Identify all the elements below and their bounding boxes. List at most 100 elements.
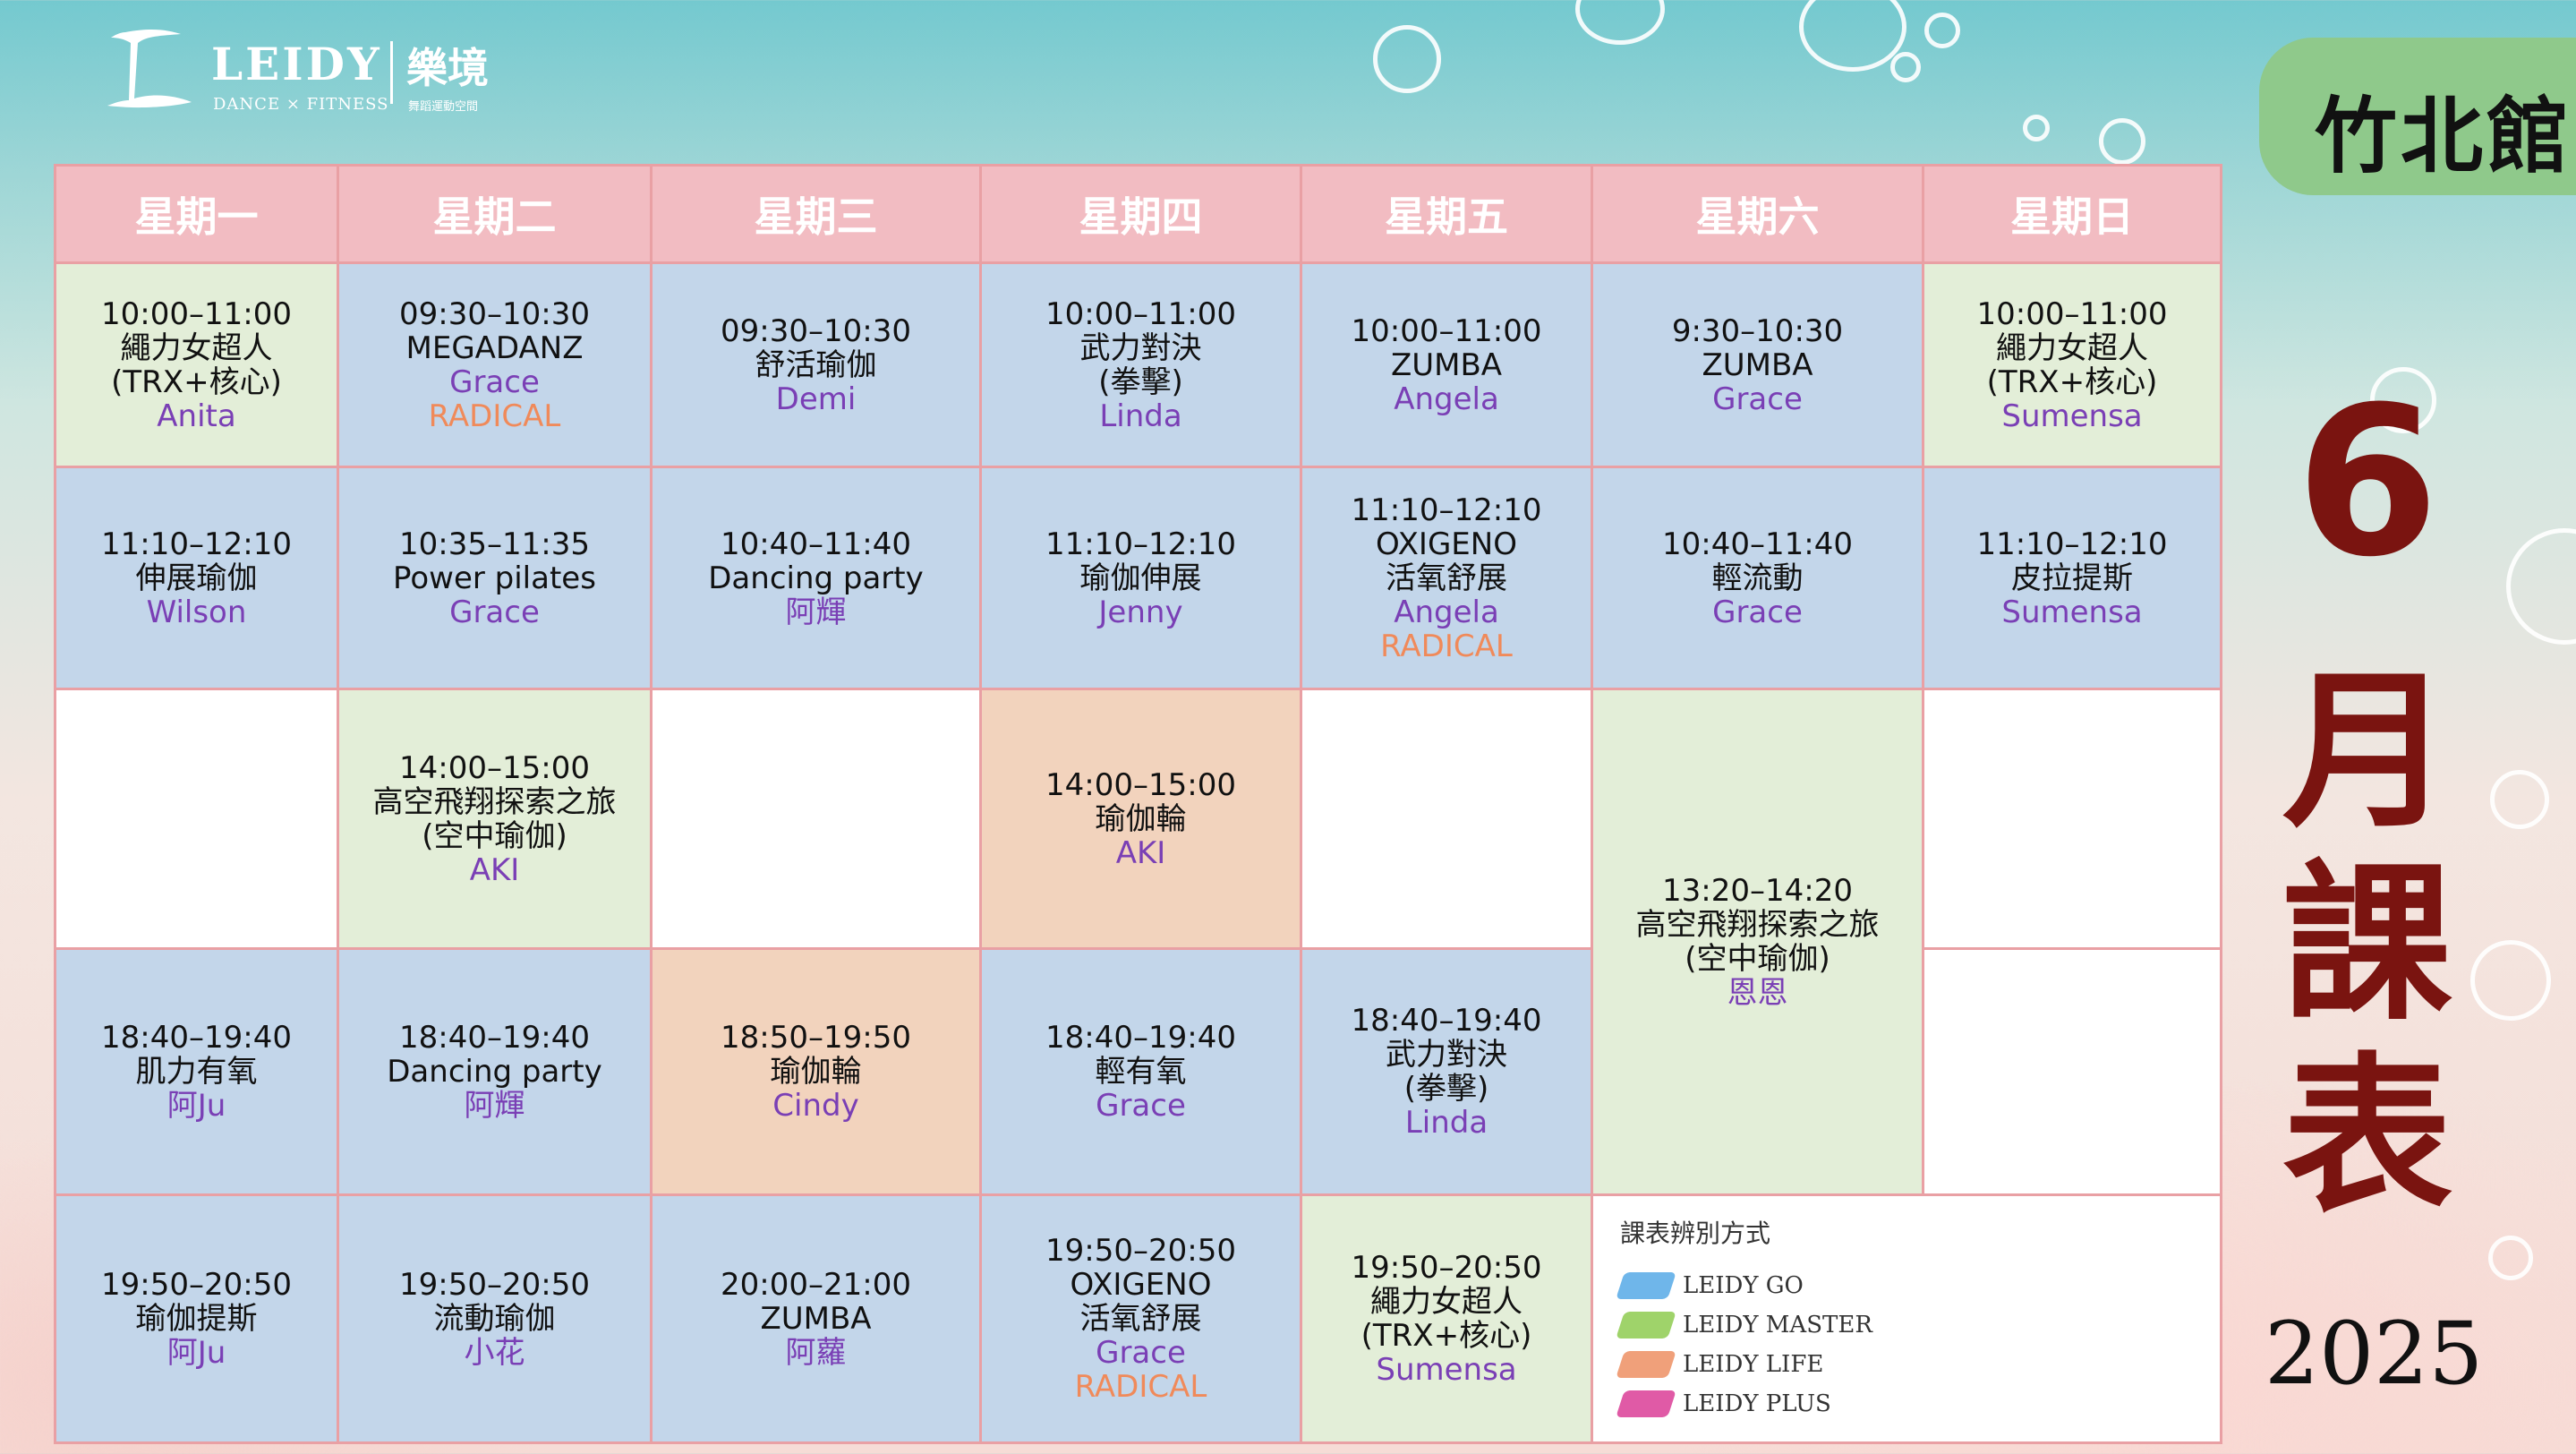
class-name: OXIGENO xyxy=(1376,526,1517,562)
schedule-row: 10:00–11:00 繩力女超人 (TRX+核心) Anita 09:30–10:30… xyxy=(54,261,2222,468)
class-info: 19:50–20:50 瑜伽提斯 阿Ju xyxy=(62,1268,331,1370)
branch-badge: 竹北館 xyxy=(2259,38,2576,195)
class-instructor: Jenny xyxy=(1098,594,1183,630)
class-info: 9:30–10:30 ZUMBA Grace xyxy=(1599,314,1916,416)
class-info: 18:50–19:50 瑜伽輪 Cindy xyxy=(658,1021,974,1123)
class-cell: 19:50–20:50 流動瑜伽 小花 xyxy=(337,1193,653,1444)
class-name: 活氧舒展 xyxy=(1386,560,1507,596)
class-time: 18:40–19:40 xyxy=(101,1020,292,1056)
bubble-decoration xyxy=(1575,0,1665,45)
brand-name: LEIDY xyxy=(211,38,382,90)
brand-tagline-chinese: 舞蹈運動空間 xyxy=(408,100,479,114)
class-time: 19:50–20:50 xyxy=(101,1267,292,1303)
class-instructor: Wilson xyxy=(146,594,247,630)
class-instructor: Grace xyxy=(449,364,540,400)
class-time: 09:30–10:30 xyxy=(399,295,590,332)
brand-name-chinese: 樂境 xyxy=(406,44,489,92)
empty-slot xyxy=(650,688,982,950)
class-name: 伸展瑜伽 xyxy=(135,560,258,596)
class-info: 18:40–19:40 輕有氧 Grace xyxy=(987,1021,1294,1123)
empty-slot xyxy=(1922,947,2222,1196)
schedule-table: 星期一 星期二 星期三 星期四 星期五 星期六 星期日 10:00–11:00 繩… xyxy=(54,164,2222,1444)
bubble-decoration xyxy=(2490,770,2549,829)
class-cell: 10:00–11:00 武力對決 (拳擊) Linda xyxy=(979,261,1302,468)
class-instructor: Grace xyxy=(449,594,540,630)
brand-divider xyxy=(390,41,393,104)
class-instructor: Grace xyxy=(1096,1335,1186,1371)
class-info: 14:00–15:00 高空飛翔探索之旅 (空中瑜伽) AKI xyxy=(345,751,644,887)
legend-swatch-icon xyxy=(1616,1312,1676,1339)
class-time: 11:10–12:10 xyxy=(1045,526,1236,562)
class-cell: 13:20–14:20 高空飛翔探索之旅 (空中瑜伽) 恩恩 xyxy=(1591,688,1924,1196)
bubble-decoration xyxy=(2506,528,2576,645)
class-cell: 18:40–19:40 肌力有氧 阿Ju xyxy=(54,947,339,1196)
schedule-row: 14:00–15:00 高空飛翔探索之旅 (空中瑜伽) AKI 14:00–15:00 瑜… xyxy=(54,688,2222,1196)
class-info: 11:10–12:10 皮拉提斯 Sumensa xyxy=(1930,527,2214,629)
class-time: 20:00–21:00 xyxy=(721,1267,911,1303)
class-instructor: Linda xyxy=(1099,398,1182,434)
class-info: 11:10–12:10 OXIGENO 活氧舒展 Angela RADICAL xyxy=(1308,493,1585,663)
class-name: ZUMBA xyxy=(1702,346,1813,383)
class-cell: 10:00–11:00 繩力女超人 (TRX+核心) Sumensa xyxy=(1922,261,2222,468)
legend-swatch-icon xyxy=(1616,1390,1676,1417)
class-info: 13:20–14:20 高空飛翔探索之旅 (空中瑜伽) 恩恩 xyxy=(1599,874,1916,1010)
empty-slot xyxy=(1300,688,1593,950)
class-name: 武力對決 xyxy=(1386,1037,1507,1073)
class-cell: 20:00–21:00 ZUMBA 阿蘿 xyxy=(650,1193,982,1444)
class-info: 11:10–12:10 伸展瑜伽 Wilson xyxy=(62,527,331,629)
class-name: 肌力有氧 xyxy=(135,1054,258,1090)
class-info: 10:35–11:35 Power pilates Grace xyxy=(345,527,644,629)
class-cell: 19:50–20:50 瑜伽提斯 阿Ju xyxy=(54,1193,339,1444)
class-instructor: Linda xyxy=(1404,1105,1488,1141)
class-name: (拳擊) xyxy=(1098,364,1183,400)
class-name: 繩力女超人 xyxy=(120,329,273,366)
day-header: 星期三 xyxy=(650,164,982,264)
class-name: 瑜伽輪 xyxy=(1095,800,1187,837)
class-time: 11:10–12:10 xyxy=(1351,492,1542,528)
class-time: 10:40–11:40 xyxy=(1662,526,1853,562)
class-time: 10:40–11:40 xyxy=(721,526,911,562)
class-info: 10:40–11:40 輕流動 Grace xyxy=(1599,527,1916,629)
class-name: 瑜伽提斯 xyxy=(135,1301,258,1337)
class-cell: 18:40–19:40 Dancing party 阿輝 xyxy=(337,947,653,1196)
class-info: 09:30–10:30 MEGADANZ Grace RADICAL xyxy=(345,297,644,433)
brand-tagline: DANCE × FITNESS xyxy=(213,95,389,114)
class-name: OXIGENO xyxy=(1070,1267,1212,1303)
class-instructor: Anita xyxy=(157,398,236,434)
class-info: 19:50–20:50 OXIGENO 活氧舒展 Grace RADICAL xyxy=(987,1234,1294,1404)
class-cell: 9:30–10:30 ZUMBA Grace xyxy=(1591,261,1924,468)
class-time: 19:50–20:50 xyxy=(1045,1233,1236,1269)
class-name: 繩力女超人 xyxy=(1370,1284,1523,1320)
class-instructor: Grace xyxy=(1096,1088,1186,1124)
legend-item: LEIDY GO xyxy=(1616,1266,2193,1305)
day-header: 星期二 xyxy=(337,164,653,264)
legend-label: LEIDY GO xyxy=(1683,1272,1804,1299)
class-name: (TRX+核心) xyxy=(1361,1318,1532,1354)
class-info: 14:00–15:00 瑜伽輪 AKI xyxy=(987,768,1294,870)
class-cell: 10:35–11:35 Power pilates Grace xyxy=(337,466,653,690)
class-instructor: Grace xyxy=(1712,594,1803,630)
class-program-tag: RADICAL xyxy=(428,398,561,434)
class-name: Dancing party xyxy=(387,1054,602,1090)
legend-box: 課表辨別方式 LEIDY GO LEIDY MASTER LEIDY LIFE LEID… xyxy=(1591,1193,2222,1444)
class-name: ZUMBA xyxy=(1390,346,1503,383)
class-time: 18:40–19:40 xyxy=(1045,1020,1236,1056)
day-header: 星期一 xyxy=(54,164,339,264)
class-cell: 11:10–12:10 瑜伽伸展 Jenny xyxy=(979,466,1302,690)
class-instructor: Sumensa xyxy=(2001,398,2143,434)
class-instructor: Angela xyxy=(1394,594,1499,630)
class-info: 11:10–12:10 瑜伽伸展 Jenny xyxy=(987,527,1294,629)
class-info: 10:00–11:00 繩力女超人 (TRX+核心) Anita xyxy=(62,297,331,433)
class-cell: 11:10–12:10 伸展瑜伽 Wilson xyxy=(54,466,339,690)
class-info: 19:50–20:50 流動瑜伽 小花 xyxy=(345,1268,644,1370)
class-time: 19:50–20:50 xyxy=(1351,1250,1542,1286)
class-cell: 19:50–20:50 繩力女超人 (TRX+核心) Sumensa xyxy=(1300,1193,1593,1444)
month-number: 6 xyxy=(2295,364,2440,603)
day-header: 星期五 xyxy=(1300,164,1593,264)
class-name: Dancing party xyxy=(708,560,924,596)
table-char: 表 xyxy=(2282,1038,2452,1236)
legend-item: LEIDY LIFE xyxy=(1616,1345,2193,1384)
class-instructor: 恩恩 xyxy=(1727,975,1788,1011)
class-name: 舒活瑜伽 xyxy=(755,346,877,383)
class-cell: 18:40–19:40 輕有氧 Grace xyxy=(979,947,1302,1196)
